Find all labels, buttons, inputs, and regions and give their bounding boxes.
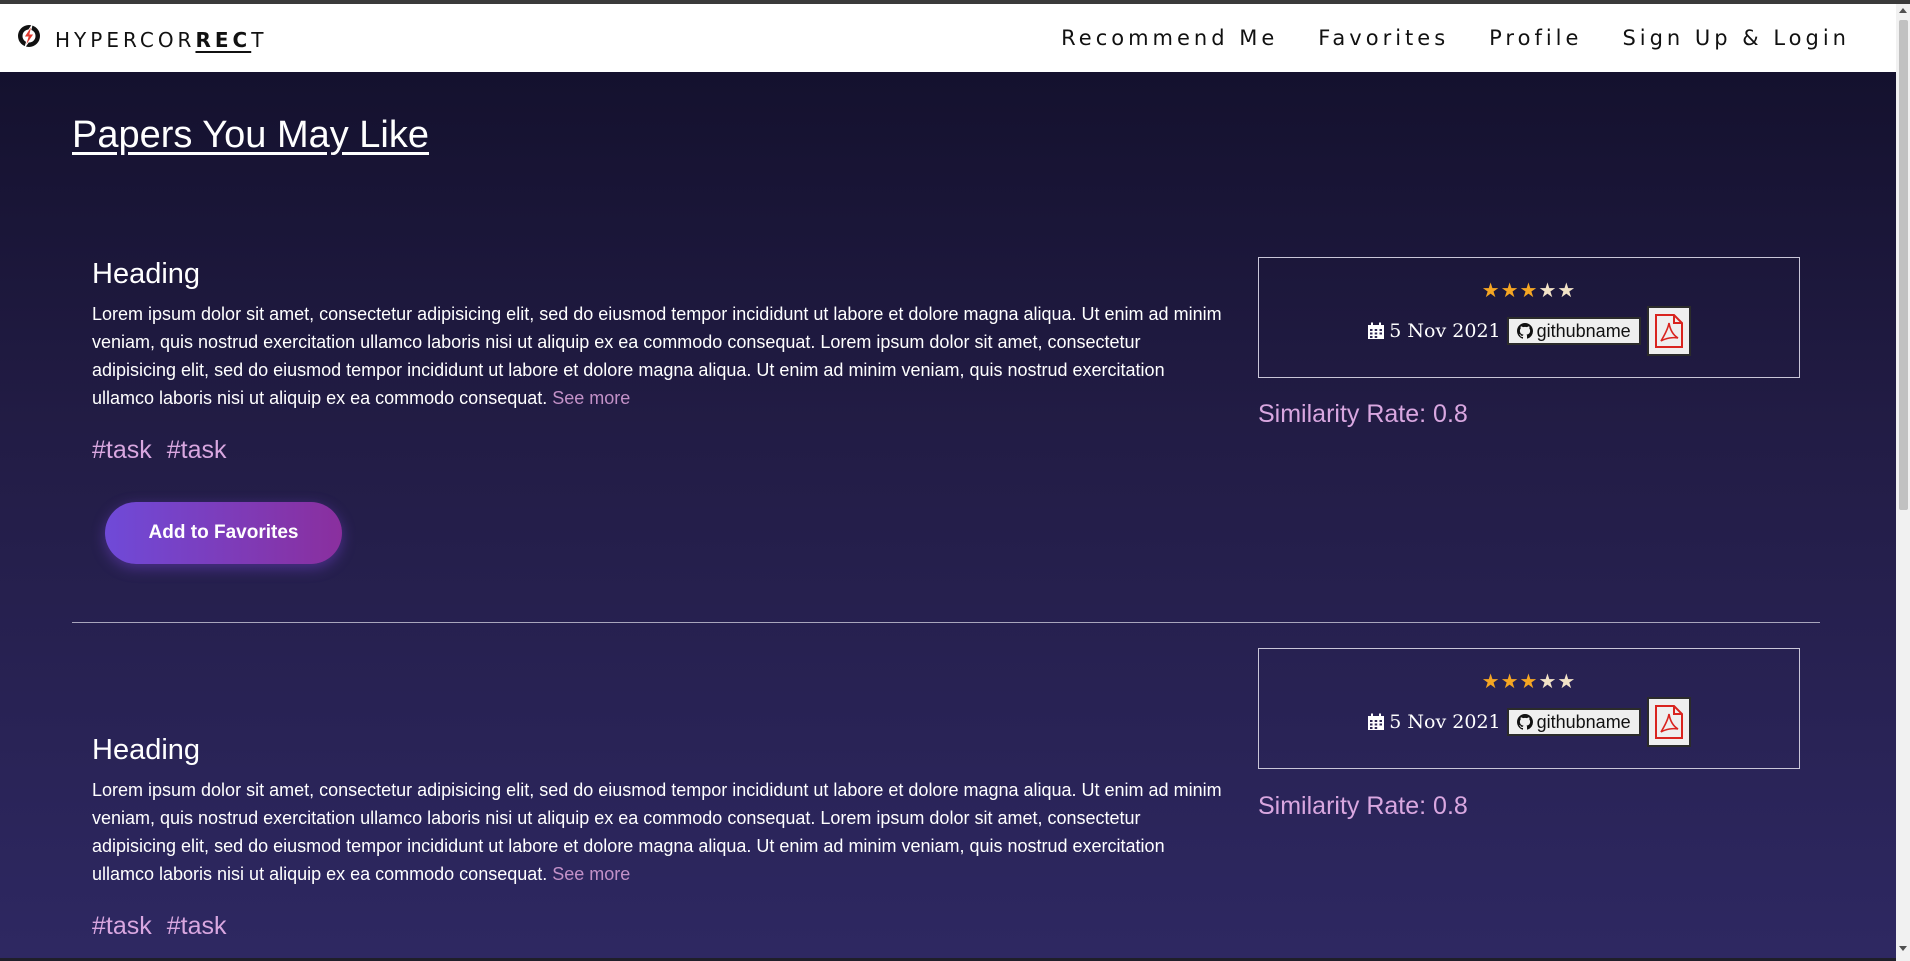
publish-date-text: 5 Nov 2021	[1389, 320, 1501, 342]
meta-row: 5 Nov 2021 githubname	[1259, 306, 1799, 356]
calendar-icon	[1368, 713, 1385, 730]
paper-divider	[72, 622, 1820, 623]
github-username: githubname	[1536, 320, 1631, 341]
rating-stars: ★★★★★	[1259, 278, 1799, 303]
brand-name[interactable]: HYPERCORRECT	[55, 28, 267, 52]
paper-abstract-text: Lorem ipsum dolor sit amet, consectetur …	[92, 304, 1222, 408]
top-navbar: HYPERCORRECT Recommend Me Favorites Prof…	[0, 4, 1896, 72]
calendar-icon	[1368, 322, 1385, 339]
github-button[interactable]: githubname	[1506, 317, 1641, 345]
github-button[interactable]: githubname	[1506, 708, 1641, 736]
publish-date: 5 Nov 2021	[1367, 711, 1501, 733]
star-icon[interactable]: ★	[1482, 671, 1501, 693]
tag[interactable]: #task	[167, 436, 227, 464]
brand-suffix: T	[251, 28, 268, 52]
star-icon[interactable]: ★	[1538, 671, 1557, 693]
paper-heading: Heading	[92, 734, 201, 766]
paper-abstract: Lorem ipsum dolor sit amet, consectetur …	[92, 776, 1222, 888]
tag[interactable]: #task	[167, 912, 227, 940]
meta-row: 5 Nov 2021 githubname	[1259, 697, 1799, 747]
page-title: Papers You May Like	[72, 114, 430, 156]
tag[interactable]: #task	[92, 912, 152, 940]
star-icon[interactable]: ★	[1557, 671, 1576, 693]
star-icon[interactable]: ★	[1520, 671, 1539, 693]
star-icon[interactable]: ★	[1557, 280, 1576, 302]
pdf-button[interactable]	[1646, 306, 1691, 356]
paper-heading: Heading	[92, 258, 201, 290]
paper-tags: #task #task	[92, 912, 234, 941]
github-icon	[1516, 714, 1533, 730]
similarity-rate: Similarity Rate: 0.8	[1258, 400, 1468, 428]
nav-link-profile[interactable]: Profile	[1489, 26, 1582, 50]
scroll-down-arrow-icon[interactable]	[1899, 946, 1907, 951]
star-icon[interactable]: ★	[1501, 671, 1520, 693]
brand-highlight: REC	[195, 28, 252, 52]
scrollbar-thumb[interactable]	[1899, 20, 1908, 510]
star-icon[interactable]: ★	[1501, 280, 1520, 302]
paper-tags: #task #task	[92, 436, 234, 465]
publish-date: 5 Nov 2021	[1367, 320, 1501, 342]
see-more-link[interactable]: See more	[552, 864, 630, 884]
similarity-rate: Similarity Rate: 0.8	[1258, 792, 1468, 820]
star-icon[interactable]: ★	[1482, 280, 1501, 302]
star-icon[interactable]: ★	[1538, 280, 1557, 302]
github-icon	[1516, 323, 1533, 339]
publish-date-text: 5 Nov 2021	[1389, 711, 1501, 733]
add-to-favorites-button[interactable]: Add to Favorites	[105, 502, 342, 564]
brand-prefix: HYPERCOR	[55, 28, 196, 52]
nav-link-recommend-me[interactable]: Recommend Me	[1061, 26, 1278, 50]
paper-meta-box: ★★★★★ 5 Nov 2021 githubname	[1258, 257, 1800, 378]
logo-icon[interactable]	[16, 23, 42, 49]
see-more-link[interactable]: See more	[552, 388, 630, 408]
nav-links: Recommend Me Favorites Profile Sign Up &…	[1061, 26, 1850, 50]
nav-link-signup-login[interactable]: Sign Up & Login	[1622, 26, 1850, 50]
rating-stars: ★★★★★	[1259, 669, 1799, 694]
pdf-icon	[1654, 314, 1683, 348]
tag[interactable]: #task	[92, 436, 152, 464]
scroll-up-arrow-icon[interactable]	[1899, 8, 1907, 13]
paper-meta-box: ★★★★★ 5 Nov 2021 githubname	[1258, 648, 1800, 769]
main-content: Papers You May Like Heading Lorem ipsum …	[0, 72, 1896, 961]
pdf-button[interactable]	[1646, 697, 1691, 747]
star-icon[interactable]: ★	[1520, 280, 1539, 302]
paper-abstract: Lorem ipsum dolor sit amet, consectetur …	[92, 300, 1222, 412]
pdf-icon	[1654, 705, 1683, 739]
paper-abstract-text: Lorem ipsum dolor sit amet, consectetur …	[92, 780, 1222, 884]
nav-link-favorites[interactable]: Favorites	[1318, 26, 1449, 50]
github-username: githubname	[1536, 711, 1631, 732]
